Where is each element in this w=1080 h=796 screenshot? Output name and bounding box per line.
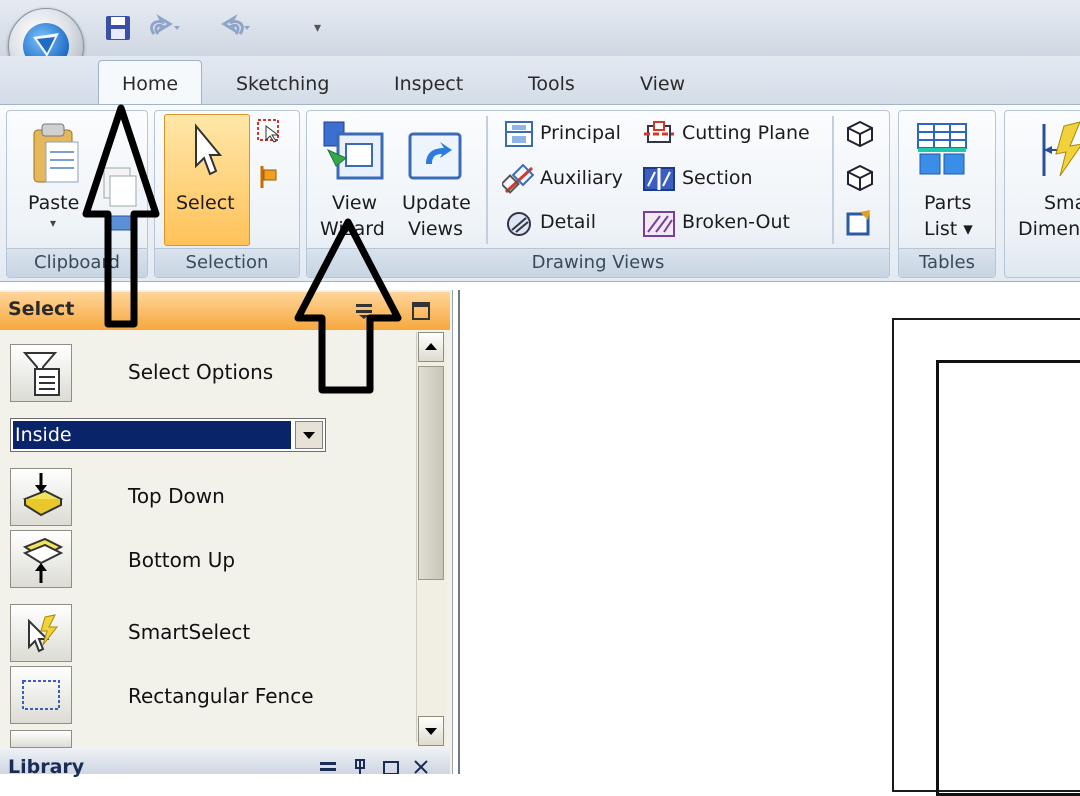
group-separator-2 bbox=[832, 116, 834, 244]
tab-view[interactable]: View bbox=[640, 64, 685, 104]
view-wizard-icon[interactable] bbox=[322, 120, 386, 182]
broken-out-icon[interactable] bbox=[642, 210, 676, 238]
parts-list-icon[interactable] bbox=[914, 122, 970, 180]
section-label[interactable]: Section bbox=[682, 167, 753, 189]
pane-maximize-icon[interactable] bbox=[410, 300, 432, 322]
top-down-button[interactable] bbox=[10, 468, 72, 526]
3d-view-icon[interactable] bbox=[846, 120, 874, 148]
update-views-icon[interactable] bbox=[404, 130, 466, 182]
paste-icon[interactable] bbox=[28, 120, 84, 186]
tab-sketching[interactable]: Sketching bbox=[236, 64, 329, 104]
save-icon[interactable] bbox=[104, 14, 132, 42]
tab-home[interactable]: Home bbox=[98, 60, 202, 107]
rectangular-fence-button[interactable] bbox=[10, 666, 72, 724]
library-close-icon[interactable] bbox=[412, 756, 430, 774]
chevron-down-icon[interactable] bbox=[295, 421, 323, 449]
iso-view-icon[interactable] bbox=[846, 164, 874, 192]
smart-select-label[interactable]: SmartSelect bbox=[128, 620, 250, 644]
smart-select-button[interactable] bbox=[10, 604, 72, 662]
select-options-button[interactable] bbox=[10, 344, 72, 402]
principal-icon[interactable] bbox=[504, 120, 534, 148]
view-wizard-label-1[interactable]: View bbox=[332, 192, 377, 214]
select-tool-icon[interactable] bbox=[256, 118, 282, 144]
detail-icon[interactable] bbox=[504, 210, 534, 238]
select-button-label: Select bbox=[176, 192, 235, 214]
annotation-arrow-view-wizard-icon bbox=[294, 218, 402, 394]
cutting-plane-label[interactable]: Cutting Plane bbox=[682, 122, 810, 144]
customize-qat-icon[interactable]: ▾ bbox=[314, 14, 328, 42]
select-pane-title: Select bbox=[8, 298, 75, 320]
select-arrow-icon bbox=[188, 122, 224, 180]
select-options-label[interactable]: Select Options bbox=[128, 360, 273, 384]
smart-dimension-label-2[interactable]: Dimen bbox=[1018, 218, 1080, 240]
undo-icon[interactable] bbox=[144, 14, 184, 42]
scroll-up-button[interactable] bbox=[418, 332, 444, 362]
principal-label[interactable]: Principal bbox=[540, 122, 621, 144]
broken-out-label[interactable]: Broken-Out bbox=[682, 211, 790, 233]
library-pane-title: Library bbox=[8, 756, 85, 778]
cutting-plane-icon[interactable] bbox=[642, 120, 676, 148]
selection-group-label: Selection bbox=[155, 248, 299, 277]
library-pane-header: Library bbox=[0, 748, 450, 778]
auxiliary-label[interactable]: Auxiliary bbox=[540, 167, 623, 189]
quick-access-toolbar: ▾ bbox=[96, 6, 326, 46]
scroll-down-button[interactable] bbox=[418, 716, 444, 746]
scroll-thumb[interactable] bbox=[418, 366, 444, 580]
tab-tools[interactable]: Tools bbox=[528, 64, 575, 104]
select-mode-dropdown[interactable]: Inside bbox=[10, 418, 326, 452]
top-down-label[interactable]: Top Down bbox=[128, 484, 225, 508]
bottom-up-button[interactable] bbox=[10, 530, 72, 588]
smart-dimension-icon[interactable] bbox=[1038, 120, 1080, 180]
bottom-up-label[interactable]: Bottom Up bbox=[128, 548, 235, 572]
library-pin-icon[interactable] bbox=[352, 758, 368, 774]
parts-list-label-1[interactable]: Parts bbox=[924, 192, 971, 214]
tables-group-label: Tables bbox=[899, 248, 995, 277]
paste-button-label[interactable]: Paste bbox=[28, 192, 79, 214]
flag-icon[interactable] bbox=[258, 164, 282, 190]
update-views-label-1[interactable]: Update bbox=[402, 192, 471, 214]
library-maximize-icon[interactable] bbox=[382, 758, 400, 775]
parts-list-label-2[interactable]: List ▾ bbox=[924, 218, 973, 240]
annotation-arrow-home-icon bbox=[82, 104, 160, 328]
update-views-label-2[interactable]: Views bbox=[408, 218, 463, 240]
more-tool-button[interactable] bbox=[10, 730, 72, 748]
select-mode-value: Inside bbox=[13, 421, 291, 449]
redo-icon[interactable] bbox=[214, 14, 254, 42]
section-icon[interactable] bbox=[642, 166, 676, 192]
paste-dropdown-icon[interactable]: ▾ bbox=[50, 216, 56, 230]
detail-label[interactable]: Detail bbox=[540, 211, 596, 233]
smart-dimension-label-1[interactable]: Sma bbox=[1044, 192, 1080, 214]
drawing-frame bbox=[936, 360, 1080, 796]
tab-inspect[interactable]: Inspect bbox=[394, 64, 463, 104]
library-menu-icon[interactable] bbox=[318, 758, 338, 774]
group-separator bbox=[486, 116, 488, 244]
rectangular-fence-label[interactable]: Rectangular Fence bbox=[128, 684, 314, 708]
view-properties-icon[interactable] bbox=[846, 208, 874, 236]
auxiliary-icon[interactable] bbox=[500, 163, 536, 196]
